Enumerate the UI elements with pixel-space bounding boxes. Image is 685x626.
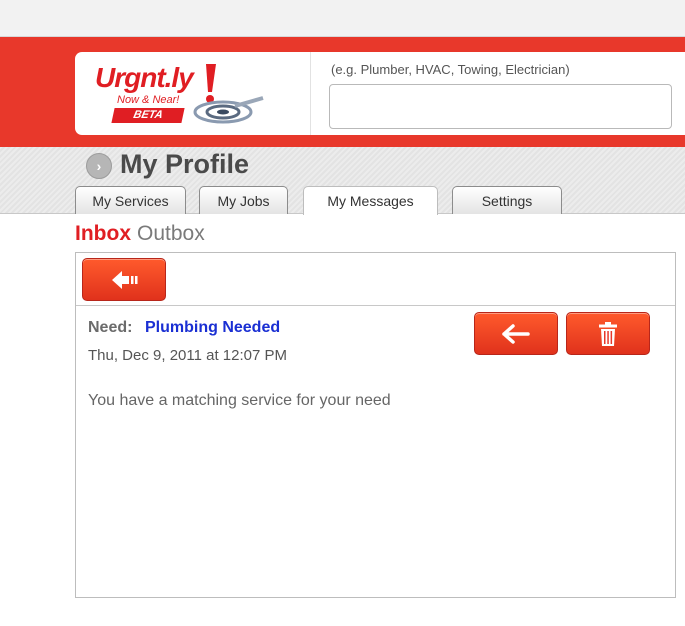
site-header: Urgnt.ly Now & Near! BETA (e.g. Plumber,… <box>0 37 685 147</box>
logo-tagline: Now & Near! <box>117 94 180 106</box>
message-panel: Need: Plumbing Needed Thu, Dec 9, 2011 a… <box>75 252 676 598</box>
mailbox-switch: Inbox Outbox <box>75 222 205 246</box>
tab-my-services[interactable]: My Services <box>75 186 186 214</box>
delete-button[interactable] <box>566 312 650 355</box>
need-label: Need: <box>88 319 133 336</box>
logo[interactable]: Urgnt.ly Now & Near! BETA <box>75 52 311 135</box>
tab-my-jobs[interactable]: My Jobs <box>199 186 288 214</box>
back-button[interactable] <box>82 258 166 301</box>
beta-badge: BETA <box>111 108 185 123</box>
chevron-right-circle-icon: › <box>86 153 112 179</box>
header-panel: Urgnt.ly Now & Near! BETA (e.g. Plumber,… <box>75 52 685 135</box>
need-link[interactable]: Plumbing Needed <box>145 319 280 337</box>
page: Urgnt.ly Now & Near! BETA (e.g. Plumber,… <box>0 0 685 626</box>
outbox-tab[interactable]: Outbox <box>137 222 205 245</box>
message-toolbar <box>76 253 675 306</box>
tab-my-messages[interactable]: My Messages <box>303 186 438 215</box>
back-arrow-icon <box>112 270 138 289</box>
search-hint: (e.g. Plumber, HVAC, Towing, Electrician… <box>331 62 570 77</box>
message-date: Thu, Dec 9, 2011 at 12:07 PM <box>88 347 288 364</box>
message-body: You have a matching service for your nee… <box>88 392 391 409</box>
trash-icon <box>599 321 617 346</box>
browser-top-strip <box>0 0 685 37</box>
target-icon <box>193 96 264 124</box>
profile-bar: › My Profile My Services My Jobs My Mess… <box>0 147 685 215</box>
reply-button[interactable] <box>474 312 558 355</box>
tab-settings[interactable]: Settings <box>452 186 562 214</box>
inbox-tab[interactable]: Inbox <box>75 222 131 245</box>
reply-arrow-icon <box>502 323 530 344</box>
logo-wordmark: Urgnt.ly <box>95 62 194 93</box>
page-title: My Profile <box>120 149 250 179</box>
service-search-input[interactable] <box>329 84 672 129</box>
